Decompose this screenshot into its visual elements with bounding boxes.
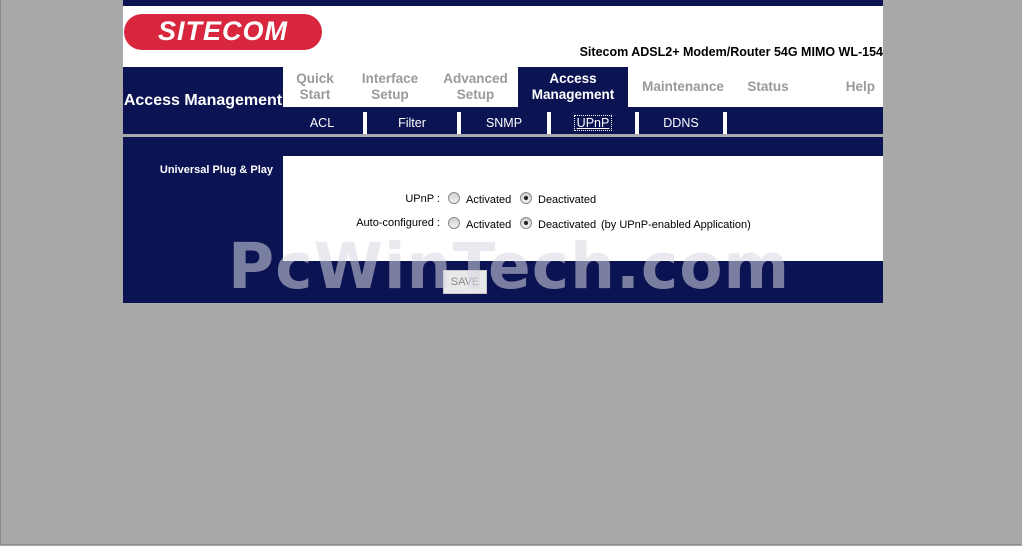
tab-status[interactable]: Status [738, 67, 798, 107]
subtab-acl-label: ACL [309, 115, 335, 130]
section-title: Access Management [123, 92, 283, 109]
tab-access-management[interactable]: Access Management [518, 67, 628, 107]
subtab-upnp[interactable]: UPnP [551, 113, 635, 132]
sitecom-logo: SITECOM [123, 13, 323, 51]
upnp-deactivated-radio[interactable] [520, 192, 532, 204]
upnp-settings-panel: UPnP : Activated Deactivated Auto-config… [283, 156, 883, 261]
auto-configured-row: Auto-configured : [283, 217, 440, 231]
auto-configured-deactivated-radio[interactable] [520, 217, 532, 229]
upnp-activated-radio[interactable] [448, 192, 460, 204]
save-button[interactable]: SAVE [443, 270, 487, 294]
header: SITECOM Sitecom ADSL2+ Modem/Router 54G … [123, 6, 883, 61]
tab-quick-start[interactable]: Quick Start [283, 67, 347, 107]
main-navigation: Quick Start Interface Setup Advanced Set… [283, 67, 883, 107]
upnp-activated-label: Activated [466, 194, 512, 206]
sub-navigation: ACL Filter SNMP UPnP DDNS [283, 107, 883, 134]
model-name: Sitecom ADSL2+ Modem/Router 54G MIMO WL-… [579, 45, 883, 59]
auto-configured-activated-label: Activated [466, 219, 512, 231]
auto-configured-note: (by UPnP-enabled Application) [601, 219, 751, 231]
tab-interface-setup[interactable]: Interface Setup [347, 67, 433, 107]
tab-maintenance[interactable]: Maintenance [628, 67, 738, 107]
router-admin-page: SITECOM Sitecom ADSL2+ Modem/Router 54G … [123, 0, 883, 303]
auto-configured-activated-radio[interactable] [448, 217, 460, 229]
subtab-upnp-label: UPnP [573, 114, 613, 131]
subtab-snmp[interactable]: SNMP [461, 113, 547, 132]
auto-configured-label: Auto-configured : [356, 217, 440, 229]
auto-configured-deactivated-label: Deactivated [538, 219, 597, 231]
subtab-snmp-label: SNMP [485, 115, 523, 130]
logo-text: SITECOM [158, 16, 288, 46]
subtab-ddns[interactable]: DDNS [639, 113, 723, 132]
nav-divider [123, 134, 883, 137]
tab-advanced-setup[interactable]: Advanced Setup [433, 67, 518, 107]
upnp-deactivated-label: Deactivated [538, 194, 597, 206]
subnav-separator [723, 112, 727, 134]
upnp-row: UPnP : [283, 193, 440, 207]
subtab-acl[interactable]: ACL [283, 113, 361, 132]
subtab-filter-label: Filter [398, 115, 426, 130]
upnp-label: UPnP : [405, 193, 440, 205]
side-section-label: Universal Plug & Play [159, 164, 273, 176]
subtab-ddns-label: DDNS [663, 115, 699, 130]
subtab-filter[interactable]: Filter [367, 113, 457, 132]
tab-help[interactable]: Help [798, 67, 883, 107]
